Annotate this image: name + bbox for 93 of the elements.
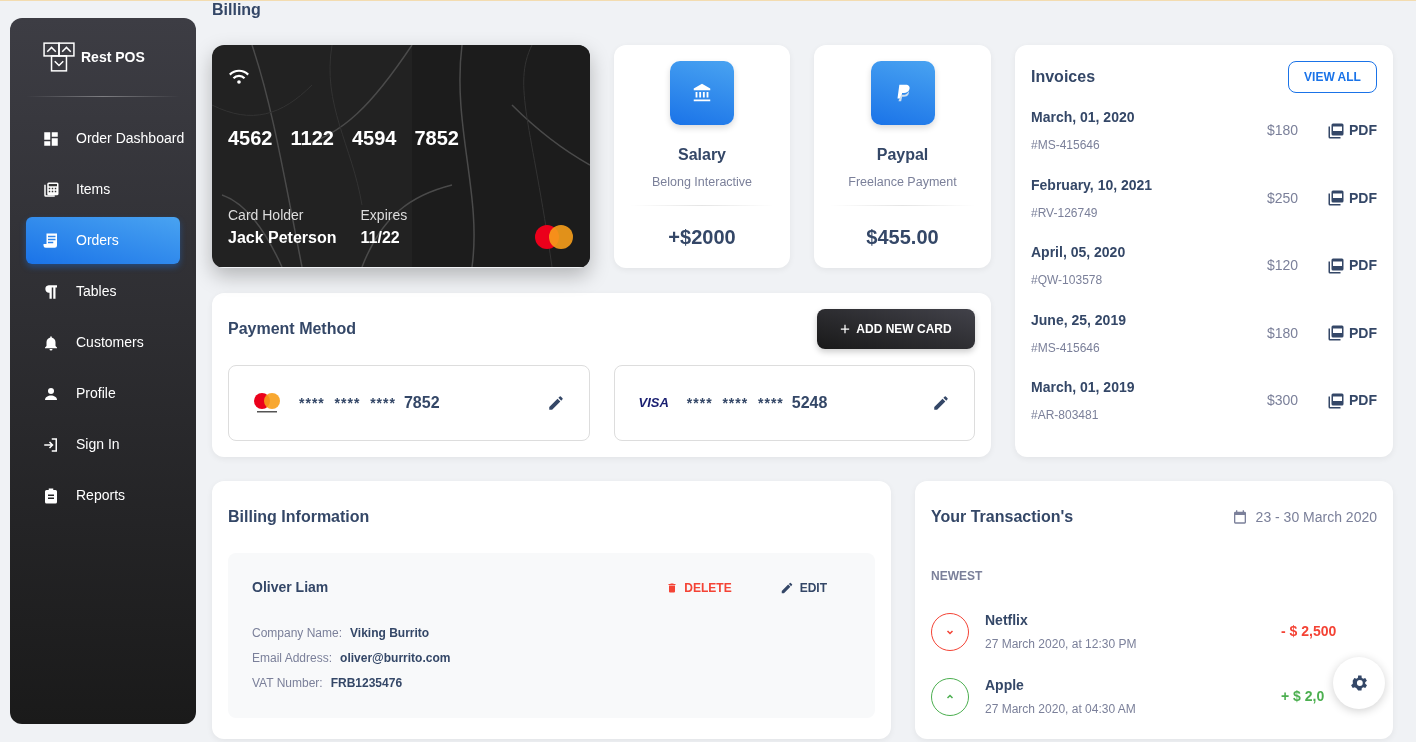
bank-icon (691, 82, 713, 104)
field-value: oliver@burrito.com (340, 651, 451, 665)
view-all-button[interactable]: VIEW ALL (1288, 61, 1377, 93)
receipt-icon (42, 231, 60, 250)
pdf-download-link[interactable]: PDF (1327, 322, 1377, 344)
date-range: 23 - 30 March 2020 (1255, 507, 1377, 527)
field-label: VAT Number: (252, 676, 323, 690)
invoice-amount: $180 (1267, 121, 1300, 141)
pdf-icon (1327, 121, 1345, 140)
section-title: Invoices (1031, 67, 1096, 87)
card-number-group: 1122 (290, 123, 334, 153)
field-value: Viking Burrito (350, 626, 430, 640)
wifi-icon (228, 67, 250, 85)
invoice-date: February, 10, 2021 (1031, 175, 1154, 195)
sidebar-item[interactable]: Reports (26, 472, 180, 519)
dashboard-icon (42, 129, 60, 148)
card-last-digits: 7852 (403, 393, 440, 413)
invoice-number: #AR-803481 (1031, 407, 1100, 425)
visa-logo: VISA (638, 394, 669, 413)
invoice-date: June, 25, 2019 (1031, 310, 1127, 330)
bell-icon (42, 333, 60, 352)
edit-link[interactable]: EDIT (779, 578, 827, 597)
stat-title: Paypal (875, 145, 930, 165)
section-title: Your Transaction's (931, 507, 1074, 527)
card-last-digits: 5248 (791, 393, 828, 413)
section-title: Payment Method (228, 319, 356, 339)
transaction-name: Apple (985, 676, 1025, 695)
invoice-date: April, 05, 2020 (1031, 243, 1127, 263)
pilcrow-icon (42, 282, 60, 301)
calendar-icon (1231, 509, 1248, 525)
pdf-download-link[interactable]: PDF (1327, 120, 1377, 142)
customer-name: Oliver Liam (252, 578, 330, 597)
clipboard-icon (42, 486, 60, 505)
invoice-amount: $180 (1267, 323, 1300, 343)
transaction-time: 27 March 2020, at 04:30 AM (985, 701, 1136, 718)
page-title: Billing (212, 1, 262, 20)
field-label: Email Address: (252, 651, 333, 665)
transaction-time: 27 March 2020, at 12:30 PM (985, 636, 1137, 653)
sidebar-item[interactable]: Tables (26, 268, 180, 315)
calculator-icon (42, 180, 60, 199)
stat-subtitle: Belong Interactive (650, 174, 754, 191)
card-number-group: 4562 (228, 123, 273, 153)
field-label: Company Name: (252, 626, 343, 640)
invoice-amount: $300 (1267, 391, 1300, 411)
mastercard-logo-icon (534, 223, 574, 250)
section-title: Billing Information (228, 507, 371, 527)
pdf-download-link[interactable]: PDF (1327, 255, 1377, 277)
sidebar-item[interactable]: Orders (26, 217, 180, 264)
settings-icon (1349, 673, 1369, 693)
invoice-number: #RV-126749 (1031, 204, 1099, 222)
invoice-number: #MS-415646 (1031, 339, 1101, 357)
card-holder-name: Jack Peterson (228, 227, 337, 248)
invoice-amount: $120 (1267, 256, 1300, 276)
invoice-number: #QW-103578 (1031, 272, 1104, 290)
plus-icon (840, 324, 851, 334)
sidebar-item[interactable]: Customers (26, 319, 180, 366)
add-card-button[interactable]: ADD NEW CARD (817, 309, 975, 349)
transaction-amount: - $ 2,500 (1281, 622, 1338, 641)
stat-subtitle: Freelance Payment (847, 174, 958, 191)
edit-icon (779, 580, 794, 595)
pdf-icon (1327, 256, 1345, 275)
invoice-number: #MS-415646 (1031, 137, 1101, 155)
invoice-date: March, 01, 2019 (1031, 378, 1136, 398)
sidebar-item[interactable]: Sign In (26, 421, 180, 468)
card-number-group: 7852 (414, 123, 459, 153)
brand-name: Rest POS (81, 47, 145, 67)
sidebar-item[interactable]: Profile (26, 370, 180, 417)
group-label: NEWEST (931, 568, 984, 585)
pdf-download-link[interactable]: PDF (1327, 390, 1377, 412)
expiry-date: 11/22 (360, 227, 401, 248)
mastercard-logo-icon (253, 392, 281, 414)
field-value: FRB1235476 (330, 676, 403, 690)
pdf-icon (1327, 324, 1345, 343)
transaction-amount: + $ 2,0 (1281, 687, 1326, 706)
card-holder-label: Card Holder (228, 205, 305, 225)
invoice-amount: $250 (1267, 188, 1300, 208)
expires-label: Expires (360, 205, 408, 225)
edit-icon[interactable] (932, 394, 950, 412)
edit-icon[interactable] (546, 394, 565, 412)
pdf-icon (1327, 189, 1345, 208)
pdf-icon (1327, 391, 1345, 410)
sign-in-icon (42, 435, 60, 454)
transaction-name: Netflix (985, 611, 1029, 630)
invoice-date: March, 01, 2020 (1031, 108, 1136, 128)
sidebar-item[interactable]: Items (26, 166, 180, 213)
stat-title: Salary (676, 145, 727, 165)
pdf-download-link[interactable]: PDF (1327, 187, 1377, 209)
stat-amount: +$2000 (667, 224, 737, 250)
masked-number: **** **** **** (299, 393, 396, 413)
logo-icon (43, 42, 75, 72)
masked-number: **** **** **** (686, 393, 784, 413)
stat-amount: $455.00 (865, 224, 940, 250)
card-number-group: 4594 (351, 123, 397, 153)
